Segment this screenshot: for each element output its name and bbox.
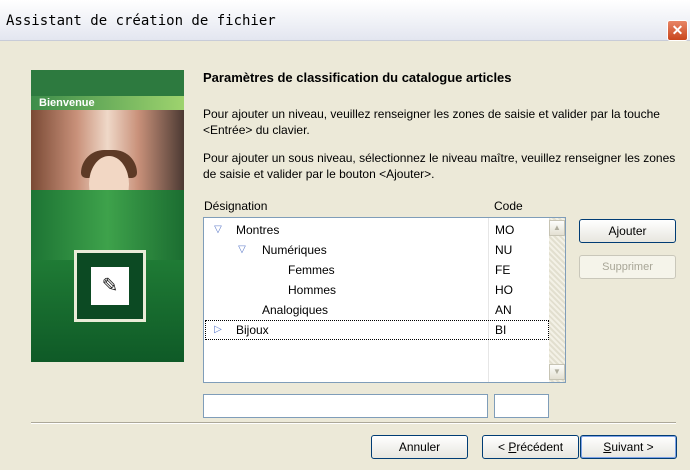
expanded-triangle-icon[interactable]: ▽ [235,240,249,260]
tree-row-analogiques[interactable]: Analogiques AN [205,300,549,320]
instruction-sublevel: Pour ajouter un sous niveau, sélectionne… [203,151,676,181]
welcome-label: Bienvenue [39,97,95,109]
tree-row-numeriques[interactable]: ▽ Numériques NU [205,240,549,260]
document-icon-frame: ✎ [74,250,146,322]
previous-button[interactable]: < Précédent [482,435,579,459]
window-title: Assistant de création de fichier [6,13,276,29]
previous-label: récédent [516,440,564,454]
tree-row-code: MO [495,223,515,237]
tree-row-hommes[interactable]: Hommes HO [205,280,549,300]
document-icon: ✎ [91,267,129,305]
next-label: uivant > [611,440,654,454]
column-header-designation: Désignation [204,199,268,213]
tree-row-code: NU [495,243,513,257]
page-heading: Paramètres de classification du catalogu… [203,70,512,85]
tree-row-label: Montres [236,223,280,237]
scroll-up-icon[interactable]: ▲ [549,220,565,236]
tree-row-code: FE [495,263,511,277]
tree-row-label: Bijoux [236,323,269,337]
tree-row-label: Femmes [288,263,335,277]
tree-row-montres[interactable]: ▽ Montres MO [205,220,549,240]
tree-row-label: Numériques [262,243,327,257]
footer-divider [31,422,676,424]
tree-row-femmes[interactable]: Femmes FE [205,260,549,280]
tree-row-label: Hommes [288,283,337,297]
add-button[interactable]: Ajouter [579,219,676,243]
tree-row-code: HO [495,283,513,297]
title-bar[interactable]: Assistant de création de fichier ✕ [0,0,690,41]
instruction-level: Pour ajouter un niveau, veuillez renseig… [203,107,660,137]
welcome-photo [31,110,184,212]
designation-input[interactable] [203,394,488,418]
tree-row-code: BI [495,323,507,337]
wizard-side-panel: Bienvenue ✎ [31,70,184,362]
close-button[interactable]: ✕ [667,20,688,41]
tree-row-code: AN [495,303,512,317]
panel-header [31,70,184,96]
delete-button[interactable]: Supprimer [579,255,676,279]
cancel-button[interactable]: Annuler [371,435,468,459]
previous-prefix: < [497,440,509,454]
next-button[interactable]: Suivant > [580,435,677,459]
collapsed-triangle-icon[interactable]: ▷ [211,321,225,339]
expanded-triangle-icon[interactable]: ▽ [211,220,225,240]
tree-row-bijoux[interactable]: ▷ Bijoux BI [205,320,549,340]
scroll-down-icon[interactable]: ▼ [549,364,565,380]
column-header-code: Code [494,199,523,213]
close-icon: ✕ [671,22,684,38]
classification-tree[interactable]: ▽ Montres MO ▽ Numériques NU Femmes FE H… [203,217,566,383]
code-input[interactable] [494,394,549,418]
tree-row-label: Analogiques [262,303,329,317]
vertical-scrollbar[interactable]: ▲ ▼ [549,218,565,382]
